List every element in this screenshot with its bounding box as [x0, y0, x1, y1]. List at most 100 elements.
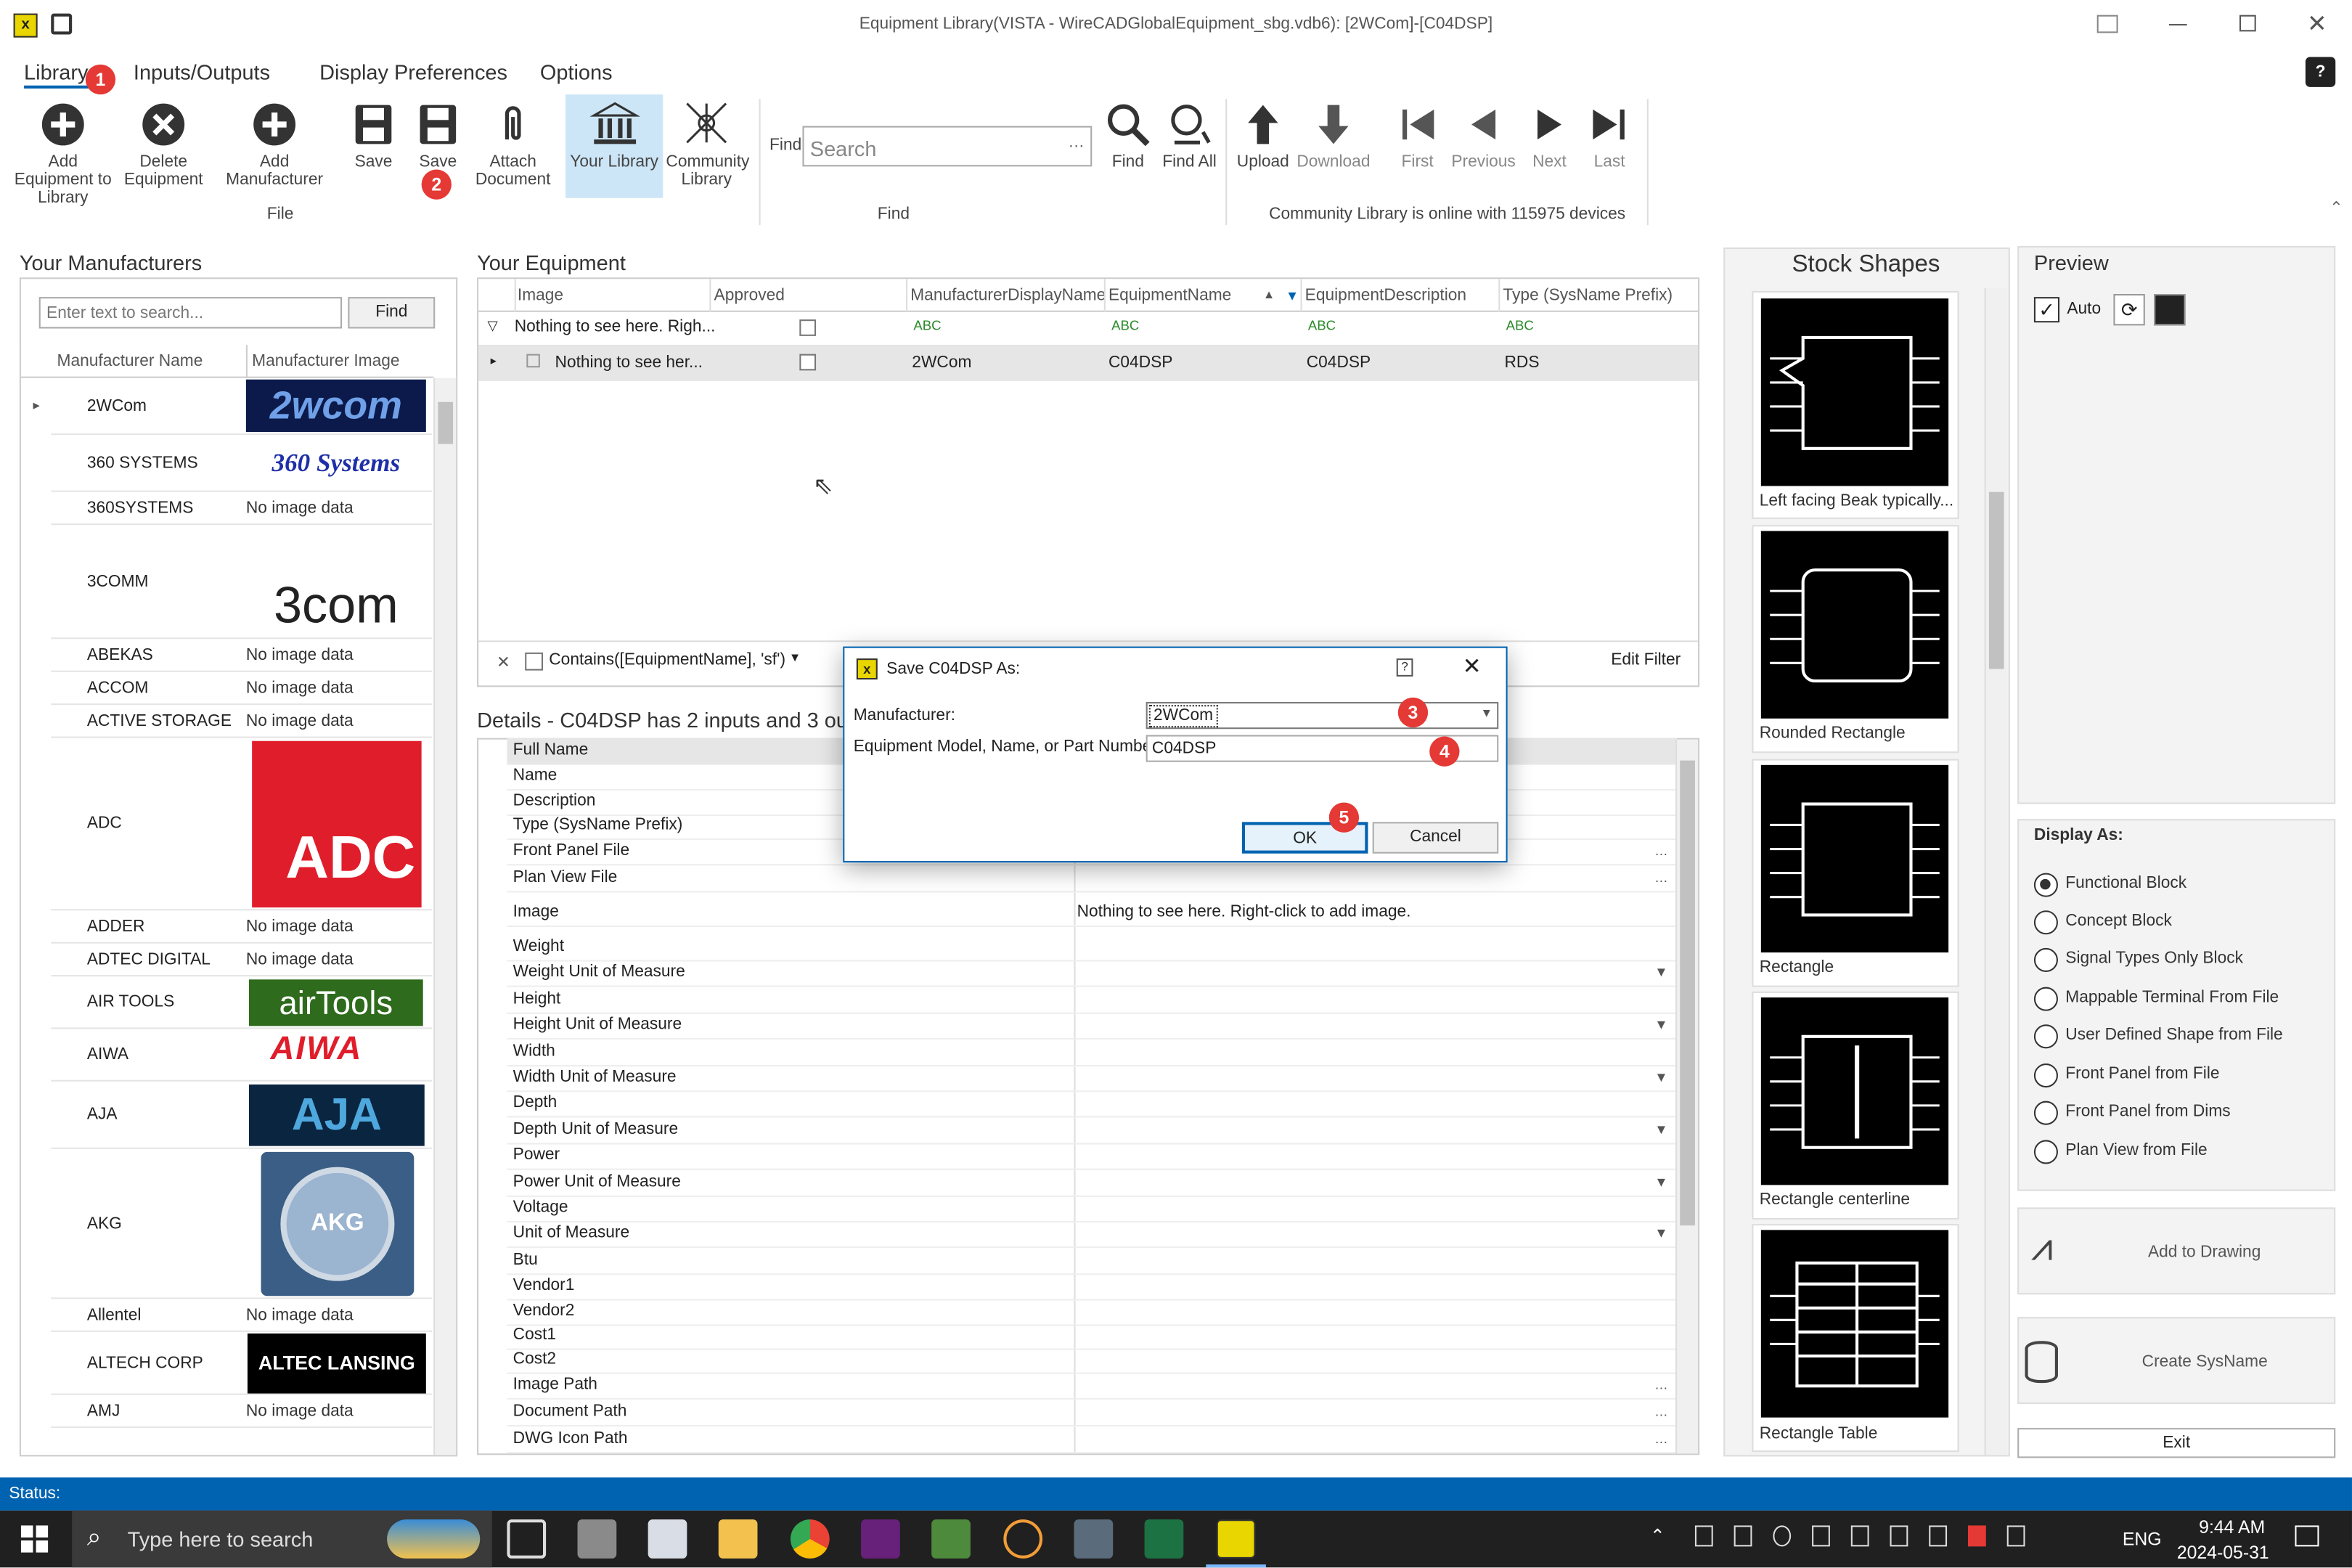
minimize-icon[interactable]	[2168, 24, 2187, 26]
feedback-app-icon[interactable]	[1003, 1519, 1043, 1559]
dialog-close-icon[interactable]: ✕	[1463, 653, 1482, 679]
detail-row[interactable]: Width	[507, 1040, 1678, 1066]
find-button[interactable]: Find	[1101, 102, 1155, 171]
col-manufacturer-name[interactable]: Manufacturer Name	[57, 345, 203, 377]
delete-equipment-button[interactable]: Delete Equipment	[120, 102, 207, 189]
detail-row[interactable]: Voltage	[507, 1196, 1678, 1222]
col-manufacturer-image[interactable]: Manufacturer Image	[245, 345, 400, 378]
radio-user-defined-shape[interactable]	[2033, 1024, 2058, 1049]
help-icon[interactable]: ?	[2305, 57, 2336, 87]
windows-start-icon[interactable]	[20, 1525, 49, 1553]
file-explorer-icon[interactable]	[718, 1519, 758, 1559]
refresh-icon[interactable]: ⟳	[2113, 293, 2145, 326]
detail-row[interactable]: Image Path…	[507, 1373, 1678, 1399]
manufacturer-row[interactable]: Allentel No image data	[51, 1299, 433, 1332]
calendar-badge-icon[interactable]	[1967, 1525, 1986, 1547]
filter-abc-icon[interactable]: ABC	[913, 318, 941, 333]
radio-front-panel-file[interactable]	[2033, 1063, 2058, 1088]
auto-checkbox[interactable]: ✓	[2033, 297, 2060, 323]
chevron-down-icon[interactable]: ▼	[1654, 1117, 1667, 1143]
manufacturer-select[interactable]: 2WCom ▼	[1146, 702, 1499, 730]
color-mode-icon[interactable]	[2154, 293, 2186, 326]
col-manufacturer[interactable]: ManufacturerDisplayName	[906, 279, 1106, 312]
attach-document-button[interactable]: Attach Document	[474, 102, 552, 189]
clock-date[interactable]: 2024-05-31	[2169, 1542, 2277, 1563]
search-input[interactable]: Search	[810, 136, 877, 160]
tab-options[interactable]: Options	[540, 60, 613, 84]
detail-row[interactable]: Cost2	[507, 1347, 1678, 1373]
detail-row[interactable]: Power	[507, 1143, 1678, 1169]
detail-row[interactable]: Btu	[507, 1248, 1678, 1275]
shape-rounded-rectangle-thumb[interactable]	[1760, 531, 1949, 719]
browse-ellipsis-icon[interactable]: …	[1654, 838, 1668, 864]
filter-row[interactable]: ▽ Nothing to see here. Righ... ABC ABC A…	[478, 312, 1699, 347]
manufacturer-row[interactable]: AMJ No image data	[51, 1395, 433, 1429]
cancel-button[interactable]: Cancel	[1372, 822, 1499, 854]
detail-row[interactable]: Height	[507, 987, 1678, 1013]
visual-studio-icon[interactable]	[861, 1519, 900, 1559]
onedrive-icon[interactable]	[1773, 1525, 1792, 1547]
notifications-icon[interactable]	[2295, 1525, 2319, 1547]
taskbar-app-icon[interactable]	[577, 1519, 617, 1559]
find-all-button[interactable]: Find All	[1159, 102, 1220, 171]
tab-library[interactable]: Library	[24, 60, 89, 89]
filter-image-text[interactable]: Nothing to see here. Righ...	[515, 318, 716, 336]
close-window-icon[interactable]: ✕	[2307, 9, 2327, 38]
shape-rectangle-table-thumb[interactable]	[1760, 1230, 1949, 1418]
browse-ellipsis-icon[interactable]: …	[1654, 1426, 1668, 1452]
chrome-icon[interactable]	[790, 1519, 830, 1559]
chart-app-icon[interactable]	[931, 1519, 971, 1559]
radio-front-panel-dims[interactable]	[2033, 1101, 2058, 1125]
taskbar-search-box[interactable]: ⌕ Type here to search	[72, 1510, 492, 1568]
detail-row[interactable]: Unit of Measure ▼	[507, 1221, 1678, 1248]
detail-row[interactable]: Height Unit of Measure ▼	[507, 1013, 1678, 1039]
volume-icon[interactable]	[1929, 1525, 1948, 1547]
scroll-thumb[interactable]	[1988, 491, 2004, 669]
manufacturers-scrollbar[interactable]	[433, 377, 457, 1455]
filter-abc-icon[interactable]: ABC	[1111, 318, 1139, 333]
exit-button[interactable]: Exit	[2017, 1428, 2336, 1458]
manufacturer-row[interactable]: ACTIVE STORAGE No image data	[51, 705, 433, 738]
tab-inputs-outputs[interactable]: Inputs/Outputs	[134, 60, 270, 84]
tray-icon[interactable]	[1812, 1525, 1830, 1547]
your-library-button[interactable]: Your Library	[565, 99, 663, 171]
battery-icon[interactable]	[1850, 1525, 1869, 1547]
search-options-icon[interactable]: …	[1068, 134, 1085, 152]
radio-signal-types-only[interactable]	[2033, 947, 2058, 972]
dialog-help-icon[interactable]: ?	[1396, 658, 1413, 677]
radio-mappable-terminal[interactable]	[2033, 987, 2058, 1011]
detail-row[interactable]: Image Nothing to see here. Right-click to…	[507, 900, 1678, 926]
taskbar-search-input[interactable]: Type here to search	[128, 1527, 314, 1551]
detail-row[interactable]: Width Unit of Measure ▼	[507, 1065, 1678, 1092]
upload-button[interactable]: Upload	[1233, 102, 1293, 171]
last-button[interactable]: Last	[1584, 102, 1635, 171]
detail-row[interactable]: Plan View File…	[507, 865, 1678, 892]
next-button[interactable]: Next	[1524, 102, 1575, 171]
detail-row[interactable]: Document Path…	[507, 1400, 1678, 1426]
details-scrollbar[interactable]	[1675, 739, 1699, 1454]
detail-row[interactable]: Depth	[507, 1090, 1678, 1117]
add-to-drawing-button[interactable]: ⩘ Add to Drawing	[2017, 1207, 2336, 1295]
browse-ellipsis-icon[interactable]: …	[1654, 1373, 1668, 1398]
network-icon[interactable]	[1890, 1525, 1908, 1547]
manufacturer-row[interactable]: 360SYSTEMS No image data	[51, 492, 433, 526]
radio-concept-block[interactable]	[2033, 910, 2058, 935]
col-type[interactable]: Type (SysName Prefix)	[1498, 279, 1673, 312]
stock-shapes-scrollbar[interactable]	[1984, 287, 2007, 1455]
chevron-down-icon[interactable]: ▼	[1654, 1013, 1667, 1038]
pen-icon[interactable]	[2006, 1525, 2025, 1547]
tray-icon[interactable]	[1694, 1525, 1713, 1547]
detail-row[interactable]: Vendor1	[507, 1273, 1678, 1300]
detail-row[interactable]: Vendor2	[507, 1299, 1678, 1326]
chevron-down-icon[interactable]: ▼	[1654, 1170, 1667, 1196]
col-equipment-description[interactable]: EquipmentDescription	[1300, 279, 1466, 312]
add-manufacturer-button[interactable]: Add Manufacturer	[210, 102, 339, 189]
tab-display-preferences[interactable]: Display Preferences	[319, 60, 507, 84]
filter-enable-checkbox[interactable]	[525, 652, 544, 671]
shape-left-beak-thumb[interactable]	[1760, 298, 1949, 486]
shape-rectangle-centerline-thumb[interactable]	[1760, 997, 1949, 1185]
calculator-icon[interactable]	[1074, 1519, 1114, 1559]
col-approved[interactable]: Approved	[709, 279, 785, 312]
detail-value[interactable]: Nothing to see here. Right-click to add …	[1077, 900, 1411, 926]
chevron-down-icon[interactable]: ▼	[1654, 1065, 1667, 1090]
